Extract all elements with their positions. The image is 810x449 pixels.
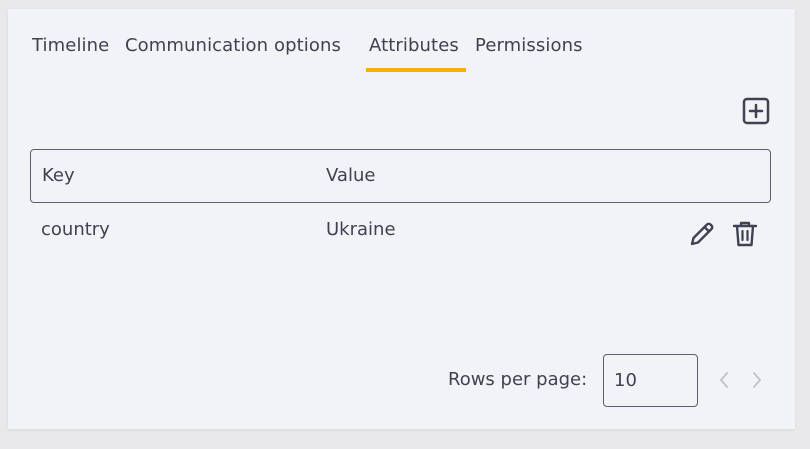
cell-value: Ukraine xyxy=(326,219,396,240)
tab-attributes[interactable]: Attributes xyxy=(369,35,459,56)
next-page-button[interactable] xyxy=(749,370,765,390)
column-header-value: Value xyxy=(326,165,376,186)
chevron-right-icon xyxy=(753,372,761,388)
tab-communication-options[interactable]: Communication options xyxy=(125,35,341,56)
rows-per-page-value: 10 xyxy=(614,370,637,391)
pencil-icon xyxy=(690,222,714,246)
chevron-left-icon xyxy=(720,372,728,388)
table-row: country Ukraine xyxy=(30,203,771,259)
tab-permissions[interactable]: Permissions xyxy=(475,35,583,56)
delete-button[interactable] xyxy=(730,218,760,250)
column-header-key: Key xyxy=(42,165,75,186)
tab-timeline[interactable]: Timeline xyxy=(32,35,109,56)
rows-per-page-select[interactable]: 10 xyxy=(603,354,698,407)
table-header: Key Value xyxy=(30,149,771,203)
previous-page-button[interactable] xyxy=(716,370,732,390)
cell-key: country xyxy=(41,219,110,240)
attributes-card: Timeline Communication options Attribute… xyxy=(8,9,795,429)
trash-icon xyxy=(732,221,758,247)
edit-button[interactable] xyxy=(686,218,718,250)
rows-per-page-label: Rows per page: xyxy=(448,369,588,390)
plus-square-icon xyxy=(742,97,770,125)
add-attribute-button[interactable] xyxy=(741,96,771,126)
active-tab-indicator xyxy=(366,68,466,72)
tab-bar: Timeline Communication options Attribute… xyxy=(8,9,795,79)
